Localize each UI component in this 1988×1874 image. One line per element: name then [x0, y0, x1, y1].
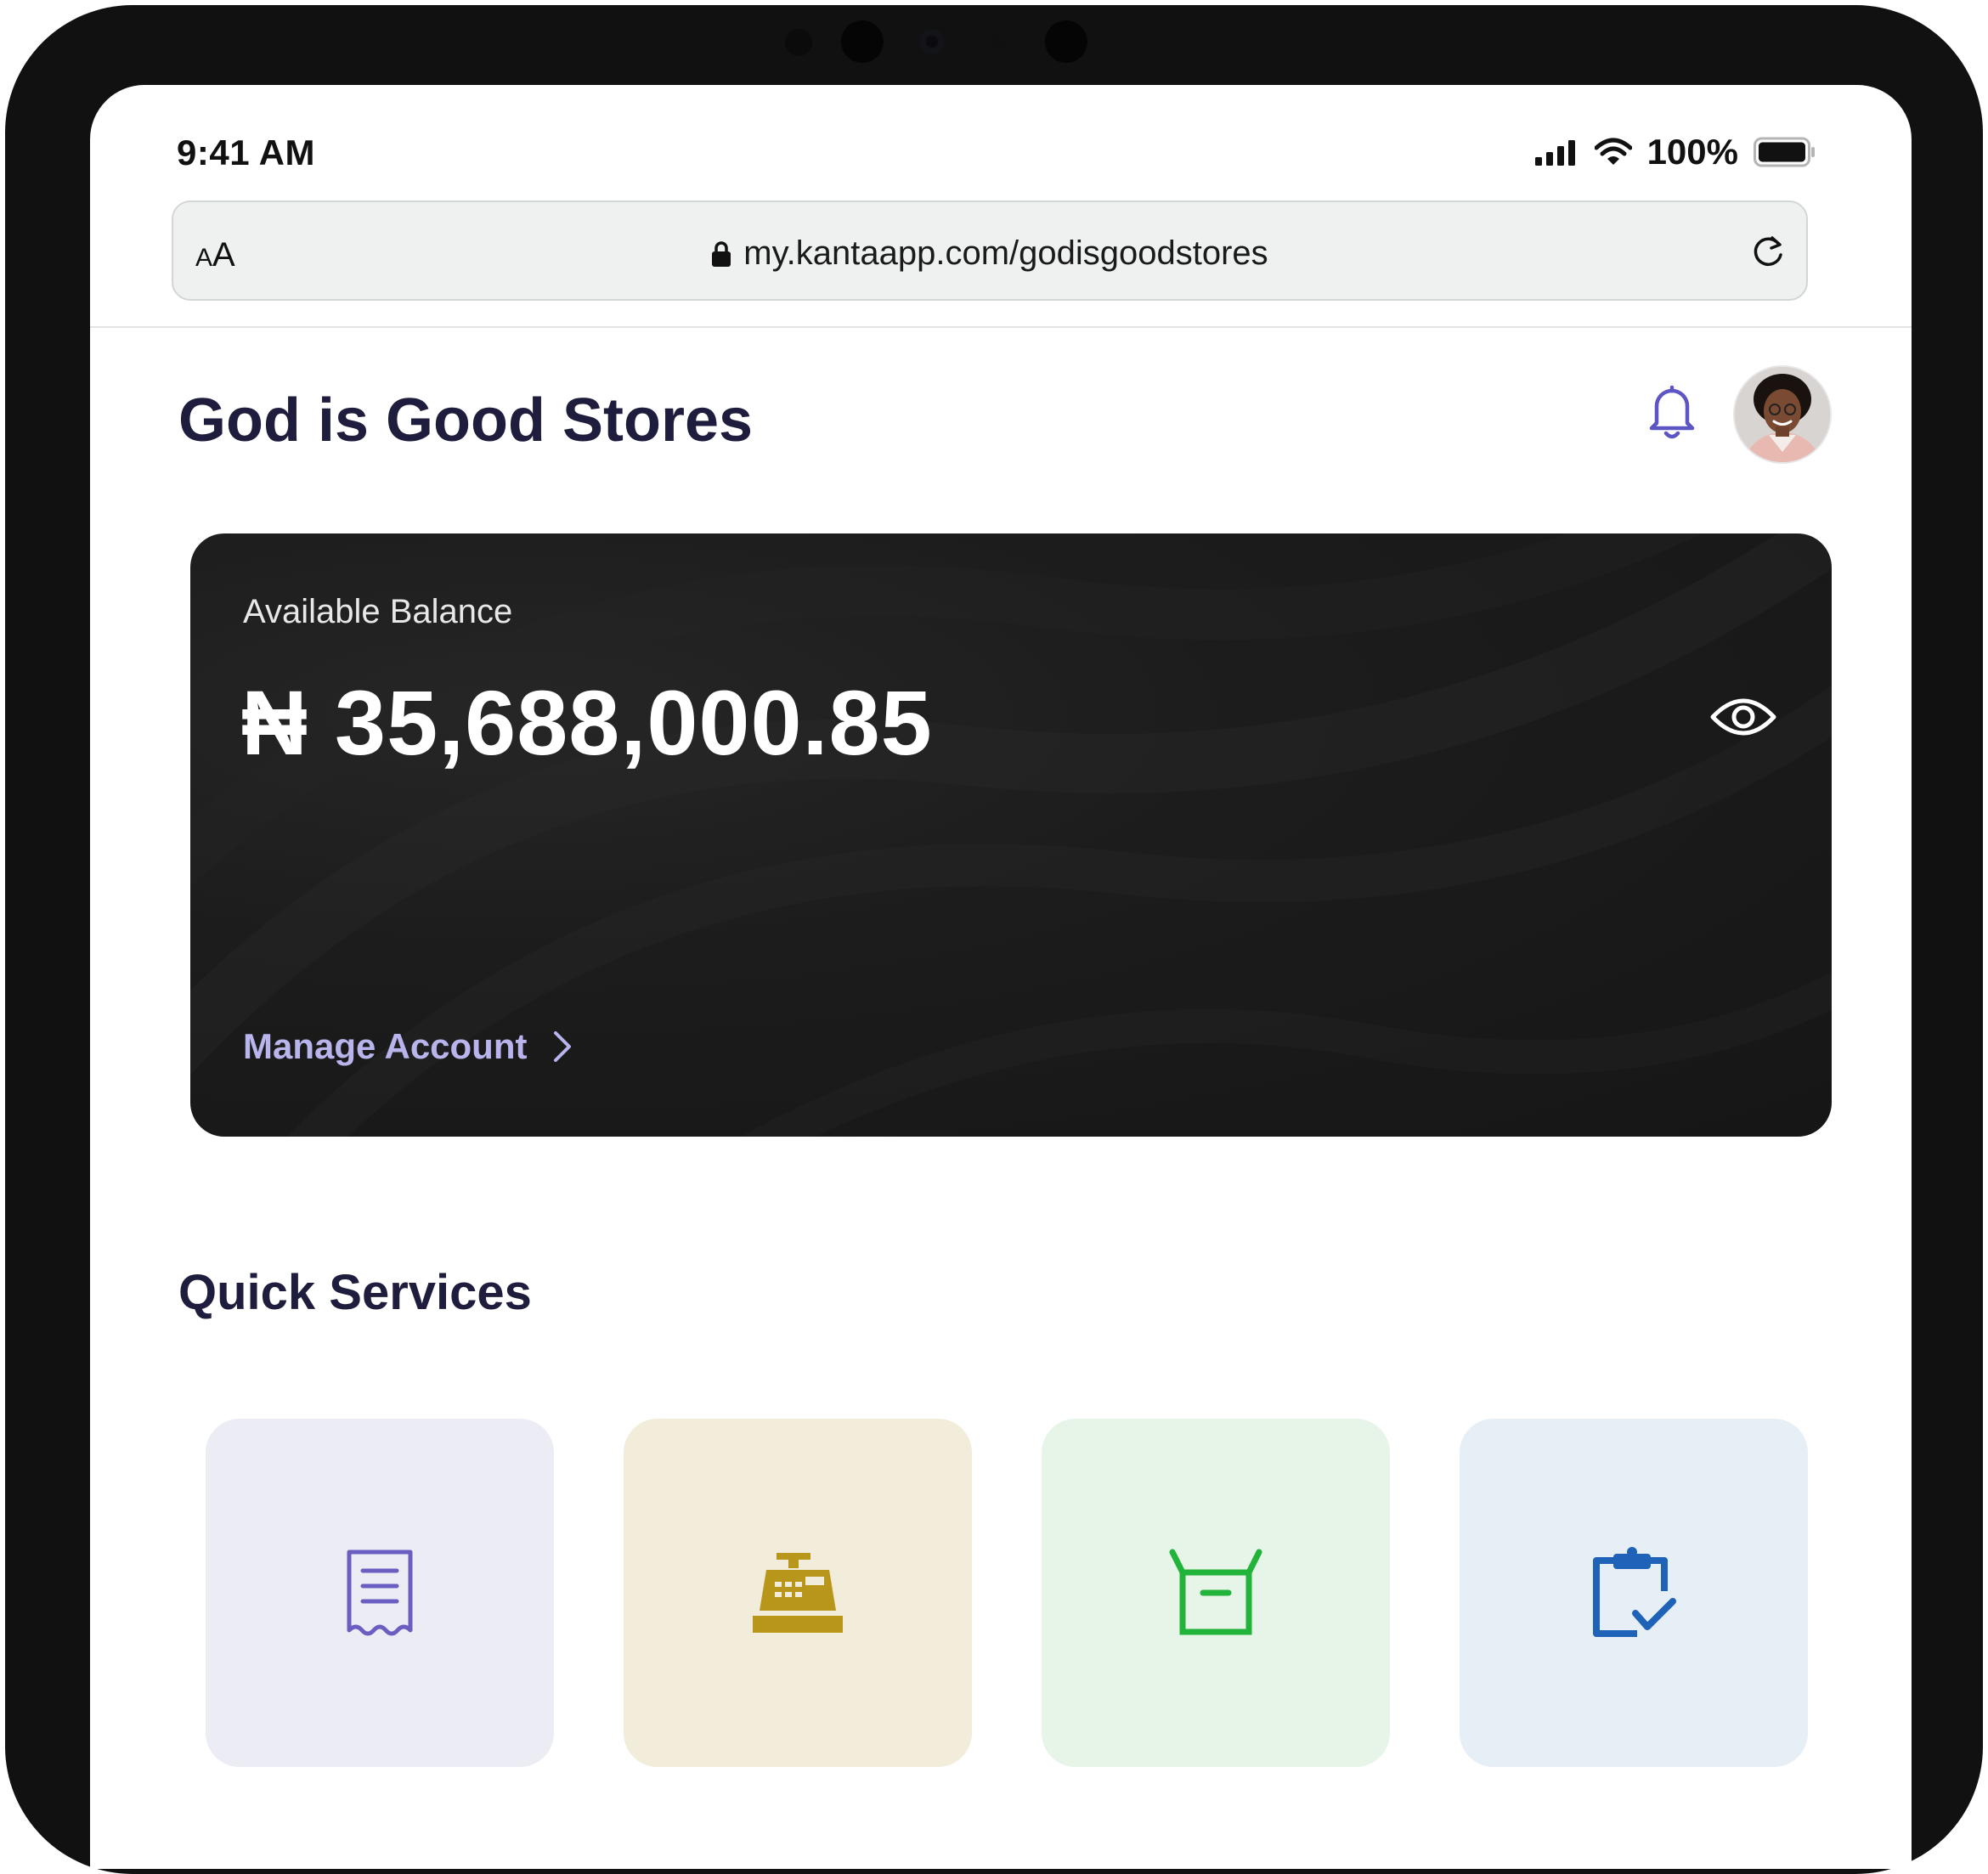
reload-icon[interactable]: [1748, 233, 1788, 272]
status-bar: 9:41 AM 100%: [90, 85, 1912, 172]
manage-account-label: Manage Account: [243, 1026, 528, 1066]
avatar[interactable]: [1733, 365, 1832, 464]
signal-icon: [1534, 140, 1575, 166]
clipboard-check-icon: [1593, 1547, 1676, 1637]
sensor: [992, 36, 1004, 48]
balance-label: Available Balance: [243, 593, 513, 630]
url-text: my.kantaapp.com/godisgoodstores: [743, 234, 1268, 272]
camera-lens: [919, 29, 945, 54]
address-bar[interactable]: AA my.kantaapp.com/godisgoodstores: [172, 200, 1808, 301]
profile-photo: [1735, 367, 1830, 462]
cash-register-icon: [753, 1553, 843, 1633]
sensor: [841, 20, 884, 63]
quick-service-pos[interactable]: [624, 1419, 972, 1767]
balance-card: Available Balance ₦ 35,688,000.85 Manage…: [190, 533, 1832, 1137]
quick-service-inventory[interactable]: [1042, 1419, 1390, 1767]
bell-icon[interactable]: [1645, 381, 1699, 442]
manage-account-link[interactable]: Manage Account: [243, 1026, 573, 1067]
divider: [90, 326, 1912, 328]
balance-amount: ₦ 35,688,000.85: [241, 671, 933, 774]
wifi-icon: [1594, 138, 1632, 165]
sensor: [785, 29, 812, 56]
quick-service-orders[interactable]: [1460, 1419, 1808, 1767]
quick-services-title: Quick Services: [178, 1265, 532, 1320]
status-time: 9:41 AM: [177, 133, 315, 172]
url-display[interactable]: my.kantaapp.com/godisgoodstores: [173, 234, 1806, 273]
battery-icon: [1754, 137, 1815, 167]
battery-percentage: 100%: [1646, 132, 1738, 172]
page-title: God is Good Stores: [178, 387, 754, 454]
status-indicators: 100%: [1534, 131, 1816, 173]
quick-service-receipts[interactable]: [206, 1419, 554, 1767]
screen: 9:41 AM 100% AA my.kantaapp.com/godisgoo…: [90, 85, 1912, 1869]
lock-icon: [712, 241, 731, 267]
eye-icon[interactable]: [1709, 693, 1777, 741]
receipt-icon: [347, 1549, 413, 1636]
tablet-frame: 9:41 AM 100% AA my.kantaapp.com/godisgoo…: [5, 5, 1983, 1874]
chevron-right-icon: [554, 1031, 572, 1062]
sensor: [1045, 20, 1087, 63]
box-icon: [1169, 1549, 1262, 1635]
camera-bar: [5, 15, 1983, 66]
